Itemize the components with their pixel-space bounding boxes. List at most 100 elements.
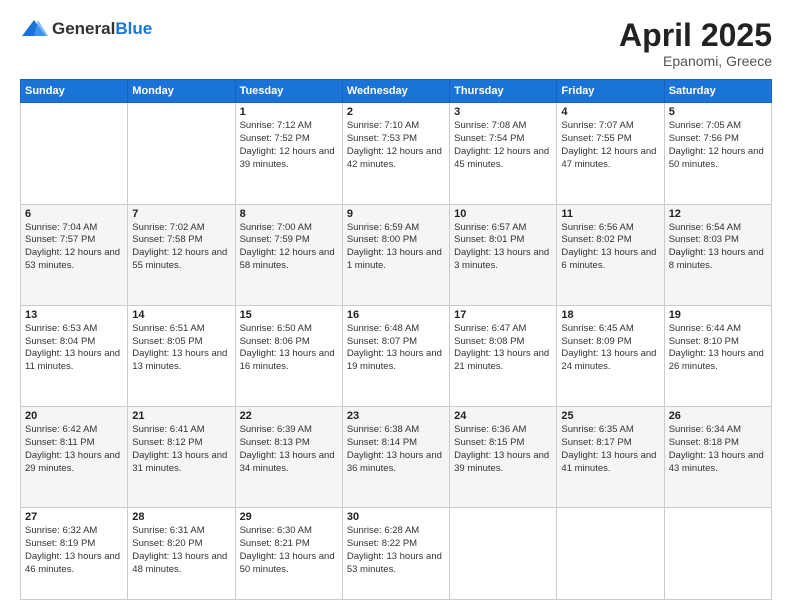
page: GeneralBlue April 2025 Epanomi, Greece S… — [0, 0, 792, 612]
calendar-cell: 18 Sunrise: 6:45 AMSunset: 8:09 PMDayligh… — [557, 305, 664, 406]
calendar-cell: 16 Sunrise: 6:48 AMSunset: 8:07 PMDayligh… — [342, 305, 449, 406]
calendar-cell: 11 Sunrise: 6:56 AMSunset: 8:02 PMDayligh… — [557, 204, 664, 305]
calendar-cell: 6 Sunrise: 7:04 AMSunset: 7:57 PMDaylight… — [21, 204, 128, 305]
calendar-cell — [21, 103, 128, 204]
calendar-cell — [128, 103, 235, 204]
calendar-day-header: Saturday — [664, 80, 771, 103]
day-number: 13 — [25, 309, 123, 321]
logo-blue: Blue — [115, 19, 152, 38]
calendar-cell: 4Sunrise: 7:07 AMSunset: 7:55 PMDaylight… — [557, 103, 664, 204]
logo-text: GeneralBlue — [52, 19, 152, 39]
calendar-header-row: SundayMondayTuesdayWednesdayThursdayFrid… — [21, 80, 772, 103]
calendar-cell: 24 Sunrise: 6:36 AMSunset: 8:15 PMDayligh… — [450, 407, 557, 508]
day-info: Sunrise: 6:30 AMSunset: 8:21 PMDaylight:… — [240, 525, 338, 576]
day-info: Sunrise: 7:04 AMSunset: 7:57 PMDaylight:… — [25, 222, 123, 273]
day-info: Sunrise: 6:56 AMSunset: 8:02 PMDaylight:… — [561, 222, 659, 273]
calendar-week-row: 27 Sunrise: 6:32 AMSunset: 8:19 PMDayligh… — [21, 508, 772, 600]
day-info: Sunrise: 6:45 AMSunset: 8:09 PMDaylight:… — [561, 323, 659, 374]
day-number: 20 — [25, 410, 123, 422]
day-info: Sunrise: 7:05 AMSunset: 7:56 PMDaylight:… — [669, 120, 767, 171]
calendar-cell: 14 Sunrise: 6:51 AMSunset: 8:05 PMDayligh… — [128, 305, 235, 406]
title-month: April 2025 — [619, 18, 772, 53]
day-number: 24 — [454, 410, 552, 422]
day-number: 25 — [561, 410, 659, 422]
day-number: 29 — [240, 511, 338, 523]
day-info: Sunrise: 6:38 AMSunset: 8:14 PMDaylight:… — [347, 424, 445, 475]
calendar-cell: 27 Sunrise: 6:32 AMSunset: 8:19 PMDayligh… — [21, 508, 128, 600]
calendar-cell: 28 Sunrise: 6:31 AMSunset: 8:20 PMDayligh… — [128, 508, 235, 600]
day-number: 26 — [669, 410, 767, 422]
day-number: 6 — [25, 208, 123, 220]
day-number: 17 — [454, 309, 552, 321]
day-info: Sunrise: 7:12 AMSunset: 7:52 PMDaylight:… — [240, 120, 338, 171]
calendar-cell: 2 Sunrise: 7:10 AMSunset: 7:53 PMDaylight… — [342, 103, 449, 204]
day-info: Sunrise: 6:39 AMSunset: 8:13 PMDaylight:… — [240, 424, 338, 475]
day-number: 28 — [132, 511, 230, 523]
day-info: Sunrise: 7:07 AMSunset: 7:55 PMDaylight:… — [561, 120, 659, 171]
day-info: Sunrise: 6:32 AMSunset: 8:19 PMDaylight:… — [25, 525, 123, 576]
calendar-cell — [557, 508, 664, 600]
day-info: Sunrise: 6:54 AMSunset: 8:03 PMDaylight:… — [669, 222, 767, 273]
calendar-week-row: 1 Sunrise: 7:12 AMSunset: 7:52 PMDaylight… — [21, 103, 772, 204]
day-info: Sunrise: 6:57 AMSunset: 8:01 PMDaylight:… — [454, 222, 552, 273]
logo-icon — [20, 18, 48, 40]
day-info: Sunrise: 6:36 AMSunset: 8:15 PMDaylight:… — [454, 424, 552, 475]
day-info: Sunrise: 6:50 AMSunset: 8:06 PMDaylight:… — [240, 323, 338, 374]
day-number: 7 — [132, 208, 230, 220]
day-info: Sunrise: 6:48 AMSunset: 8:07 PMDaylight:… — [347, 323, 445, 374]
day-info: Sunrise: 6:31 AMSunset: 8:20 PMDaylight:… — [132, 525, 230, 576]
calendar-cell: 5Sunrise: 7:05 AMSunset: 7:56 PMDaylight… — [664, 103, 771, 204]
calendar-cell: 17 Sunrise: 6:47 AMSunset: 8:08 PMDayligh… — [450, 305, 557, 406]
day-number: 8 — [240, 208, 338, 220]
calendar-cell: 15 Sunrise: 6:50 AMSunset: 8:06 PMDayligh… — [235, 305, 342, 406]
day-number: 15 — [240, 309, 338, 321]
calendar-day-header: Sunday — [21, 80, 128, 103]
calendar-cell: 1 Sunrise: 7:12 AMSunset: 7:52 PMDaylight… — [235, 103, 342, 204]
title-location: Epanomi, Greece — [619, 53, 772, 69]
calendar-cell — [664, 508, 771, 600]
calendar-cell: 23 Sunrise: 6:38 AMSunset: 8:14 PMDayligh… — [342, 407, 449, 508]
day-info: Sunrise: 6:44 AMSunset: 8:10 PMDaylight:… — [669, 323, 767, 374]
day-number: 12 — [669, 208, 767, 220]
day-info: Sunrise: 6:51 AMSunset: 8:05 PMDaylight:… — [132, 323, 230, 374]
day-info: Sunrise: 6:47 AMSunset: 8:08 PMDaylight:… — [454, 323, 552, 374]
calendar-cell: 30Sunrise: 6:28 AMSunset: 8:22 PMDayligh… — [342, 508, 449, 600]
calendar-week-row: 13Sunrise: 6:53 AMSunset: 8:04 PMDayligh… — [21, 305, 772, 406]
calendar-cell: 25 Sunrise: 6:35 AMSunset: 8:17 PMDayligh… — [557, 407, 664, 508]
calendar-day-header: Monday — [128, 80, 235, 103]
day-number: 2 — [347, 106, 445, 118]
day-number: 27 — [25, 511, 123, 523]
day-number: 14 — [132, 309, 230, 321]
calendar-cell: 7 Sunrise: 7:02 AMSunset: 7:58 PMDaylight… — [128, 204, 235, 305]
title-block: April 2025 Epanomi, Greece — [619, 18, 772, 69]
day-info: Sunrise: 6:34 AMSunset: 8:18 PMDaylight:… — [669, 424, 767, 475]
day-info: Sunrise: 7:00 AMSunset: 7:59 PMDaylight:… — [240, 222, 338, 273]
day-info: Sunrise: 6:28 AMSunset: 8:22 PMDaylight:… — [347, 525, 445, 576]
day-info: Sunrise: 6:35 AMSunset: 8:17 PMDaylight:… — [561, 424, 659, 475]
calendar-cell: 3Sunrise: 7:08 AMSunset: 7:54 PMDaylight… — [450, 103, 557, 204]
day-number: 1 — [240, 106, 338, 118]
calendar-cell: 9Sunrise: 6:59 AMSunset: 8:00 PMDaylight… — [342, 204, 449, 305]
day-number: 19 — [669, 309, 767, 321]
day-number: 16 — [347, 309, 445, 321]
day-number: 10 — [454, 208, 552, 220]
calendar-day-header: Tuesday — [235, 80, 342, 103]
calendar-day-header: Wednesday — [342, 80, 449, 103]
day-info: Sunrise: 6:42 AMSunset: 8:11 PMDaylight:… — [25, 424, 123, 475]
day-number: 11 — [561, 208, 659, 220]
day-number: 23 — [347, 410, 445, 422]
calendar-table: SundayMondayTuesdayWednesdayThursdayFrid… — [20, 79, 772, 600]
logo-general: General — [52, 19, 115, 38]
day-number: 9 — [347, 208, 445, 220]
day-info: Sunrise: 7:02 AMSunset: 7:58 PMDaylight:… — [132, 222, 230, 273]
calendar-day-header: Friday — [557, 80, 664, 103]
calendar-cell: 19 Sunrise: 6:44 AMSunset: 8:10 PMDayligh… — [664, 305, 771, 406]
header: GeneralBlue April 2025 Epanomi, Greece — [20, 18, 772, 69]
calendar-cell: 29 Sunrise: 6:30 AMSunset: 8:21 PMDayligh… — [235, 508, 342, 600]
calendar-week-row: 20 Sunrise: 6:42 AMSunset: 8:11 PMDayligh… — [21, 407, 772, 508]
day-number: 18 — [561, 309, 659, 321]
calendar-cell: 10 Sunrise: 6:57 AMSunset: 8:01 PMDayligh… — [450, 204, 557, 305]
day-number: 22 — [240, 410, 338, 422]
day-info: Sunrise: 7:10 AMSunset: 7:53 PMDaylight:… — [347, 120, 445, 171]
calendar-cell: 12 Sunrise: 6:54 AMSunset: 8:03 PMDayligh… — [664, 204, 771, 305]
